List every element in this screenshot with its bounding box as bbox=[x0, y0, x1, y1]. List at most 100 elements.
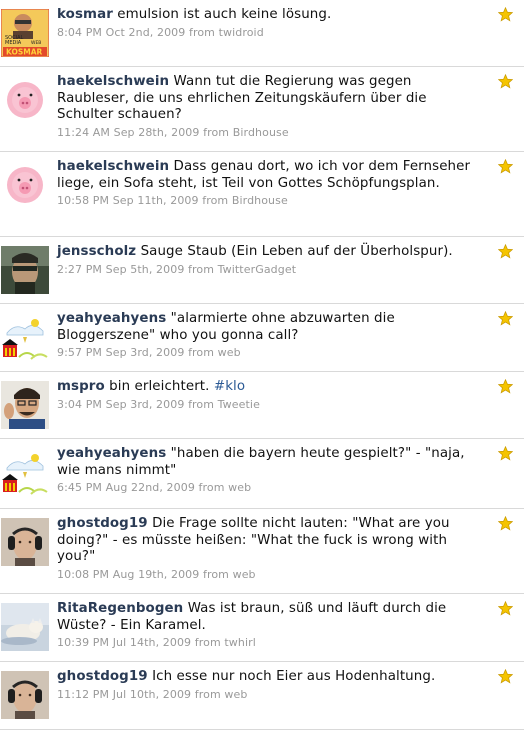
tweet-text: yeahyeahyens "alarmierte ohne abzuwarten… bbox=[57, 311, 477, 344]
from-label: from bbox=[188, 262, 215, 276]
avatar[interactable] bbox=[1, 76, 49, 124]
username-link[interactable]: yeahyeahyens bbox=[57, 311, 166, 326]
tweet-content: Sauge Staub (Ein Leben auf der Überholsp… bbox=[140, 244, 453, 259]
from-label: from bbox=[188, 346, 215, 359]
hashtag-link[interactable]: #klo bbox=[214, 379, 245, 394]
tweet-text: RitaRegenbogen Was ist braun, süß und lä… bbox=[57, 601, 477, 634]
tweet-text: kosmar emulsion ist auch keine lösung. bbox=[57, 7, 477, 24]
username-link[interactable]: jensscholz bbox=[57, 244, 136, 259]
avatar[interactable] bbox=[1, 603, 49, 651]
source-link[interactable]: Tweetie bbox=[218, 398, 260, 411]
avatar[interactable] bbox=[1, 518, 49, 566]
tweet-item: RitaRegenbogen Was ist braun, süß und lä… bbox=[0, 594, 524, 662]
from-label: from bbox=[194, 687, 221, 701]
source-link[interactable]: web bbox=[228, 481, 251, 494]
tweet-item: yeahyeahyens "haben die bayern heute ges… bbox=[0, 439, 524, 509]
tweet-meta: 10:39 PM Jul 14th, 2009 from twhirl bbox=[57, 635, 477, 650]
avatar[interactable]: SOCIAL MEDIA WEB KOSMAR bbox=[1, 9, 49, 57]
tweet-content: bin erleichtert. bbox=[109, 379, 210, 394]
username-link[interactable]: ghostdog19 bbox=[57, 516, 148, 531]
source-link[interactable]: TwitterGadget bbox=[218, 263, 296, 276]
avatar[interactable] bbox=[1, 381, 49, 429]
tweet-meta: 10:08 PM Aug 19th, 2009 from web bbox=[57, 567, 477, 582]
timestamp-link[interactable]: 2:27 PM Sep 5th, 2009 bbox=[57, 263, 184, 276]
tweet-meta: 3:04 PM Sep 3rd, 2009 from Tweetie bbox=[57, 397, 477, 412]
tweet-text: mspro bin erleichtert. #klo bbox=[57, 379, 477, 396]
username-link[interactable]: ghostdog19 bbox=[57, 669, 148, 684]
timestamp-link[interactable]: 11:12 PM Jul 10th, 2009 bbox=[57, 688, 191, 701]
username-link[interactable]: haekelschwein bbox=[57, 159, 169, 174]
tweet-body: ghostdog19 Die Frage sollte nicht lauten… bbox=[57, 516, 477, 582]
tweet-content: Ich esse nur noch Eier aus Hodenhaltung. bbox=[152, 669, 436, 684]
tweet-body: yeahyeahyens "alarmierte ohne abzuwarten… bbox=[57, 311, 477, 360]
tweet-meta: 6:45 PM Aug 22nd, 2009 from web bbox=[57, 480, 477, 495]
tweet-body: ghostdog19 Ich esse nur noch Eier aus Ho… bbox=[57, 669, 477, 702]
timestamp-link[interactable]: 10:08 PM Aug 19th, 2009 bbox=[57, 568, 199, 581]
from-label: from bbox=[203, 125, 230, 139]
username-link[interactable]: yeahyeahyens bbox=[57, 446, 166, 461]
avatar[interactable] bbox=[1, 448, 49, 496]
source-link[interactable]: Birdhouse bbox=[232, 194, 288, 207]
tweet-text: haekelschwein Wann tut die Regierung was… bbox=[57, 74, 477, 124]
tweet-item: haekelschwein Dass genau dort, wo ich vo… bbox=[0, 152, 524, 237]
source-link[interactable]: twhirl bbox=[224, 636, 256, 649]
username-link[interactable]: mspro bbox=[57, 379, 105, 394]
avatar[interactable] bbox=[1, 671, 49, 719]
tweet-body: haekelschwein Wann tut die Regierung was… bbox=[57, 74, 477, 140]
tweet-meta: 8:04 PM Oct 2nd, 2009 from twidroid bbox=[57, 25, 477, 40]
avatar[interactable] bbox=[1, 313, 49, 361]
username-link[interactable]: kosmar bbox=[57, 7, 113, 22]
tweet-item: SOCIAL MEDIA WEB KOSMAR kosmar emulsion … bbox=[0, 0, 524, 67]
tweet-meta: 11:12 PM Jul 10th, 2009 from web bbox=[57, 687, 477, 702]
username-link[interactable]: haekelschwein bbox=[57, 74, 169, 89]
tweet-text: haekelschwein Dass genau dort, wo ich vo… bbox=[57, 159, 477, 192]
star-icon[interactable] bbox=[498, 74, 513, 89]
source-link[interactable]: web bbox=[224, 688, 247, 701]
tweet-text: ghostdog19 Ich esse nur noch Eier aus Ho… bbox=[57, 669, 477, 686]
star-icon[interactable] bbox=[498, 7, 513, 22]
source-link[interactable]: web bbox=[218, 346, 241, 359]
timestamp-link[interactable]: 10:39 PM Jul 14th, 2009 bbox=[57, 636, 191, 649]
timestamp-link[interactable]: 8:04 PM Oct 2nd, 2009 bbox=[57, 26, 185, 39]
timestamp-link[interactable]: 3:04 PM Sep 3rd, 2009 bbox=[57, 398, 184, 411]
timestamp-link[interactable]: 6:45 PM Aug 22nd, 2009 bbox=[57, 481, 195, 494]
from-label: from bbox=[194, 636, 221, 649]
from-label: from bbox=[188, 25, 215, 39]
tweet-item: yeahyeahyens "alarmierte ohne abzuwarten… bbox=[0, 304, 524, 372]
timestamp-link[interactable]: 10:58 PM Sep 11th, 2009 bbox=[57, 194, 199, 207]
tweet-item: mspro bin erleichtert. #klo 3:04 PM Sep … bbox=[0, 372, 524, 439]
star-icon[interactable] bbox=[498, 516, 513, 531]
star-icon[interactable] bbox=[498, 244, 513, 259]
timestamp-link[interactable]: 11:24 AM Sep 28th, 2009 bbox=[57, 126, 200, 139]
from-label: from bbox=[188, 397, 215, 411]
star-icon[interactable] bbox=[498, 379, 513, 394]
tweet-body: mspro bin erleichtert. #klo 3:04 PM Sep … bbox=[57, 379, 477, 412]
avatar[interactable] bbox=[1, 246, 49, 294]
tweet-text: ghostdog19 Die Frage sollte nicht lauten… bbox=[57, 516, 477, 566]
star-icon[interactable] bbox=[498, 669, 513, 684]
tweet-item: ghostdog19 Die Frage sollte nicht lauten… bbox=[0, 509, 524, 594]
avatar[interactable] bbox=[1, 161, 49, 209]
tweet-meta: 2:27 PM Sep 5th, 2009 from TwitterGadget bbox=[57, 262, 477, 277]
tweet-meta: 9:57 PM Sep 3rd, 2009 from web bbox=[57, 345, 477, 360]
tweet-meta: 11:24 AM Sep 28th, 2009 from Birdhouse bbox=[57, 125, 477, 140]
tweet-item: ghostdog19 Ich esse nur noch Eier aus Ho… bbox=[0, 662, 524, 730]
tweet-body: kosmar emulsion ist auch keine lösung. 8… bbox=[57, 7, 477, 40]
avatar-text: KOSMAR bbox=[6, 48, 43, 57]
star-icon[interactable] bbox=[498, 311, 513, 326]
star-icon[interactable] bbox=[498, 446, 513, 461]
star-icon[interactable] bbox=[498, 601, 513, 616]
star-icon[interactable] bbox=[498, 159, 513, 174]
from-label: from bbox=[198, 481, 225, 494]
tweet-meta: 10:58 PM Sep 11th, 2009 from Birdhouse bbox=[57, 193, 477, 208]
tweet-item: haekelschwein Wann tut die Regierung was… bbox=[0, 67, 524, 152]
source-link[interactable]: twidroid bbox=[219, 26, 264, 39]
timestamp-link[interactable]: 9:57 PM Sep 3rd, 2009 bbox=[57, 346, 184, 359]
source-link[interactable]: web bbox=[233, 568, 256, 581]
username-link[interactable]: RitaRegenbogen bbox=[57, 601, 183, 616]
avatar-text: WEB bbox=[31, 40, 41, 46]
tweet-text: yeahyeahyens "haben die bayern heute ges… bbox=[57, 446, 477, 479]
tweet-body: RitaRegenbogen Was ist braun, süß und lä… bbox=[57, 601, 477, 650]
source-link[interactable]: Birdhouse bbox=[233, 126, 289, 139]
avatar-text: MEDIA bbox=[5, 40, 22, 46]
